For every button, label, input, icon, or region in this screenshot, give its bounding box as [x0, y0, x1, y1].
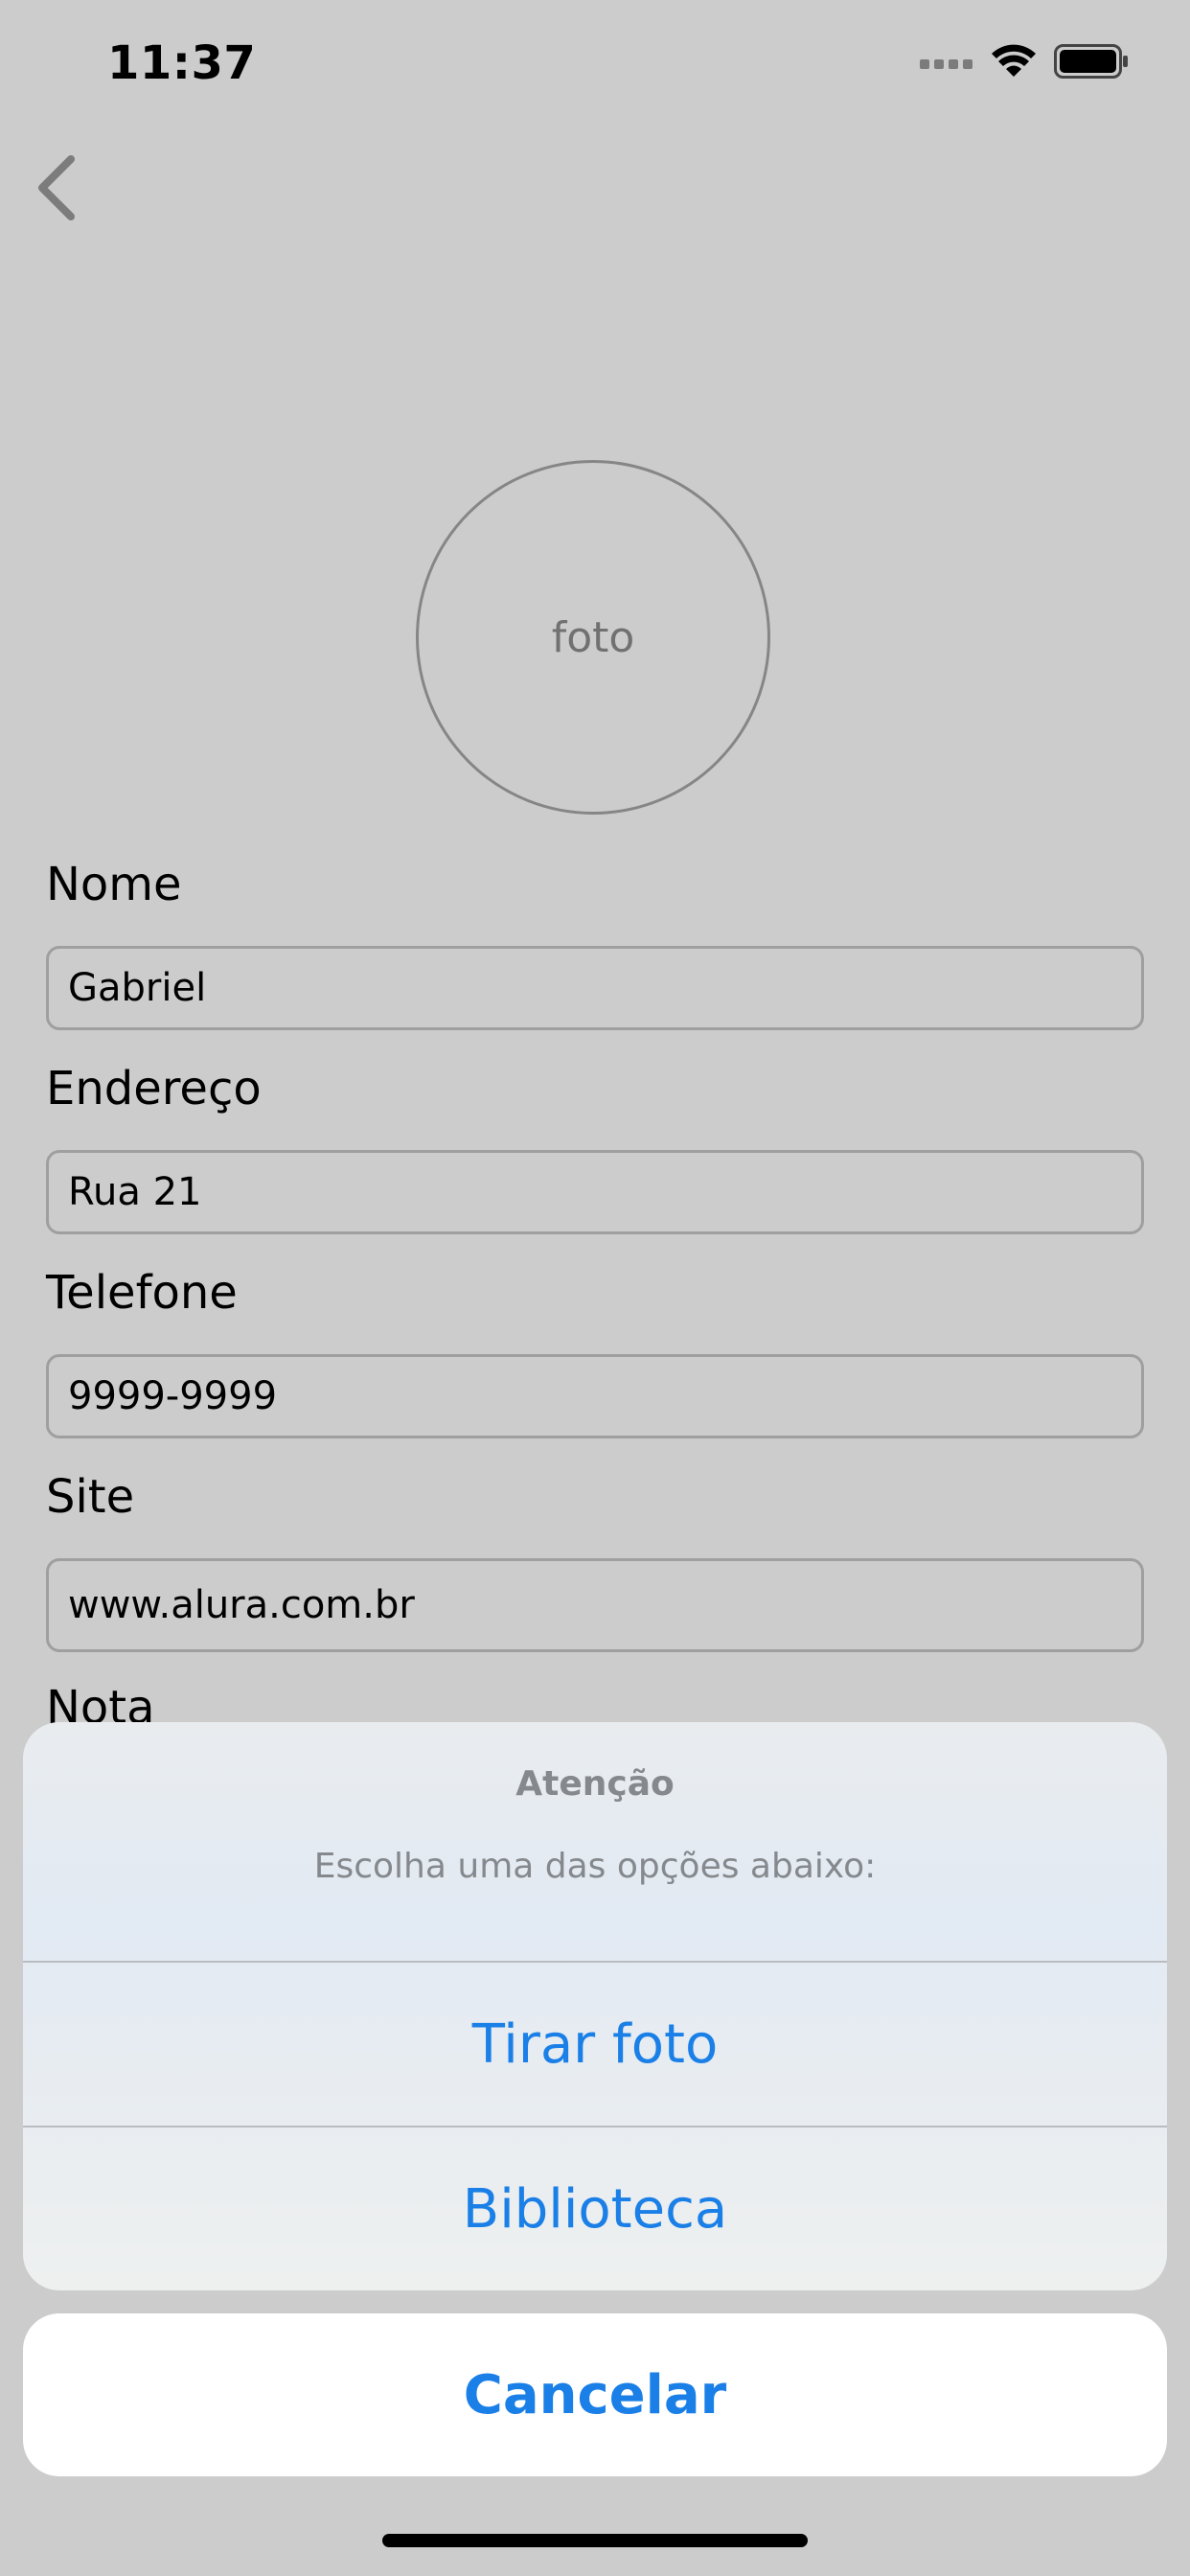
home-indicator[interactable] — [382, 2534, 808, 2547]
action-sheet: Atenção Escolha uma das opções abaixo: T… — [23, 1722, 1167, 2290]
action-sheet-title: Atenção — [515, 1764, 675, 1804]
library-button[interactable]: Biblioteca — [23, 2128, 1167, 2290]
action-sheet-header: Atenção Escolha uma das opções abaixo: — [23, 1722, 1167, 1960]
cancel-button[interactable]: Cancelar — [23, 2313, 1167, 2476]
action-sheet-message: Escolha uma das opções abaixo: — [313, 1847, 877, 1886]
take-photo-button[interactable]: Tirar foto — [23, 1963, 1167, 2126]
contact-form-screen: 11:37 foto Nome Gabriel Endereço Rua 21 — [0, 0, 1190, 2576]
